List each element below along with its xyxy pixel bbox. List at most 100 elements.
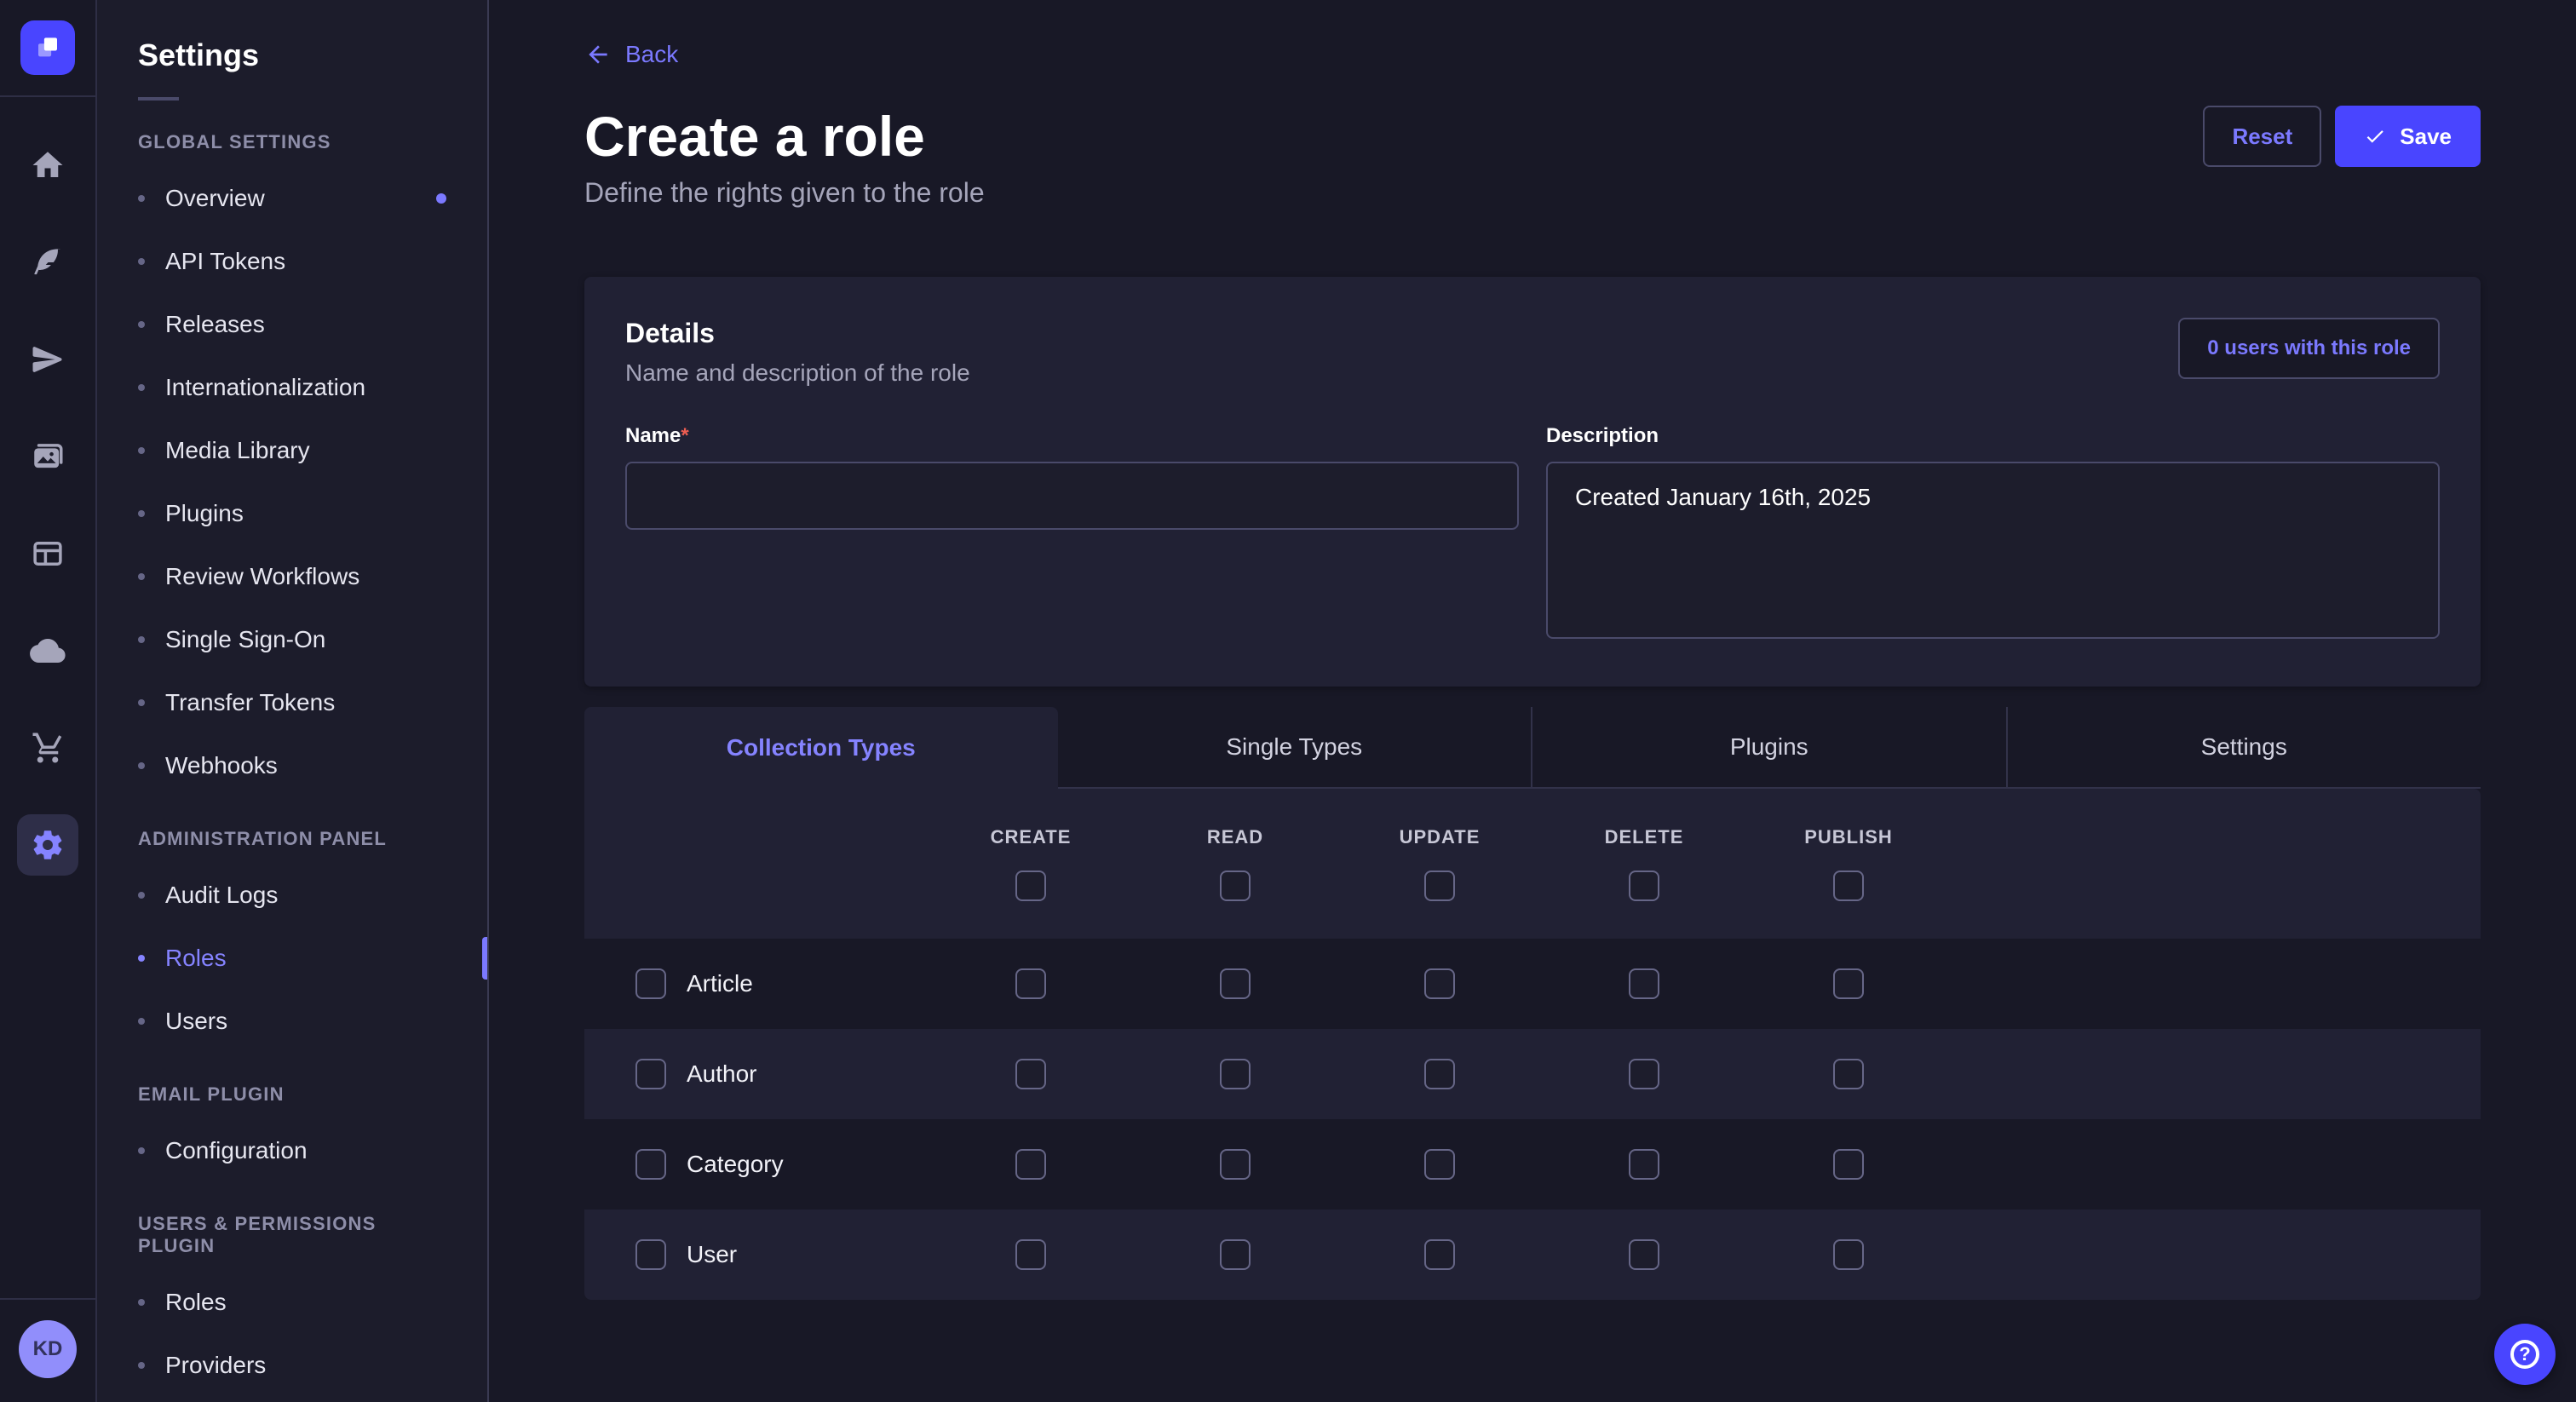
sidebar-item-transfer-tokens[interactable]: Transfer Tokens: [97, 671, 487, 734]
column-header-update: UPDATE: [1400, 826, 1481, 848]
sidebar-item-label: Users: [165, 1008, 227, 1035]
checkbox-article-read[interactable]: [1220, 968, 1251, 999]
checkbox-author-read[interactable]: [1220, 1059, 1251, 1089]
reset-button[interactable]: Reset: [2203, 106, 2321, 167]
content-type-builder-layout-icon[interactable]: [17, 523, 78, 584]
sidebar-item-releases[interactable]: Releases: [97, 293, 487, 356]
checkbox-select-all-publish[interactable]: [1833, 871, 1864, 901]
checkbox-user-delete[interactable]: [1629, 1239, 1659, 1270]
bullet-icon: [138, 195, 145, 202]
strapi-logo[interactable]: [20, 20, 75, 75]
sidebar-item-users[interactable]: Users: [97, 990, 487, 1053]
users-with-role-button[interactable]: 0 users with this role: [2178, 318, 2440, 379]
details-title: Details: [625, 318, 970, 349]
sidebar-item-providers[interactable]: Providers: [97, 1334, 487, 1397]
checkbox-category-create[interactable]: [1015, 1149, 1046, 1180]
sidebar-item-label: Overview: [165, 185, 265, 212]
icon-sidebar: KD: [0, 0, 97, 1402]
checkbox-article-update[interactable]: [1424, 968, 1455, 999]
sidebar-item-single-sign-on[interactable]: Single Sign-On: [97, 608, 487, 671]
settings-gear-icon[interactable]: [17, 814, 78, 876]
description-field-group: Description Created January 16th, 2025: [1546, 424, 2440, 646]
sidebar-item-audit-logs[interactable]: Audit Logs: [97, 864, 487, 927]
back-label: Back: [625, 41, 678, 68]
checkbox-user-publish[interactable]: [1833, 1239, 1864, 1270]
marketplace-cart-icon[interactable]: [17, 717, 78, 779]
table-row-author: Author: [584, 1029, 2481, 1119]
row-checkbox-author[interactable]: [635, 1059, 666, 1089]
sidebar-item-review-workflows[interactable]: Review Workflows: [97, 545, 487, 608]
tab-plugins[interactable]: Plugins: [1531, 707, 2006, 789]
main-content: Back Create a role Define the rights giv…: [489, 0, 2576, 1402]
media-library-icon[interactable]: [17, 426, 78, 487]
description-textarea[interactable]: Created January 16th, 2025: [1546, 462, 2440, 639]
divider: [138, 97, 179, 101]
sidebar-item-api-tokens[interactable]: API Tokens: [97, 230, 487, 293]
checkbox-select-all-delete[interactable]: [1629, 871, 1659, 901]
sidebar-item-configuration[interactable]: Configuration: [97, 1119, 487, 1182]
sidebar-item-label: Webhooks: [165, 752, 278, 779]
avatar[interactable]: KD: [19, 1320, 77, 1378]
table-row-article: Article: [584, 939, 2481, 1029]
permissions-table-header: CREATE READ UPDATE DELETE: [584, 789, 2481, 939]
row-checkbox-article[interactable]: [635, 968, 666, 999]
sidebar-item-up-roles[interactable]: Roles: [97, 1271, 487, 1334]
bullet-icon: [138, 955, 145, 962]
checkbox-user-read[interactable]: [1220, 1239, 1251, 1270]
tab-settings[interactable]: Settings: [2006, 707, 2481, 789]
name-label: Name*: [625, 424, 1519, 448]
checkbox-author-publish[interactable]: [1833, 1059, 1864, 1089]
save-label: Save: [2400, 124, 2452, 150]
name-input[interactable]: [625, 462, 1519, 530]
sidebar-item-label: Roles: [165, 945, 227, 972]
checkbox-category-read[interactable]: [1220, 1149, 1251, 1180]
section-label-users-permissions-plugin: USERS & PERMISSIONS PLUGIN: [97, 1213, 487, 1257]
checkbox-article-publish[interactable]: [1833, 968, 1864, 999]
section-label-administration-panel: ADMINISTRATION PANEL: [97, 828, 487, 850]
checkbox-select-all-read[interactable]: [1220, 871, 1251, 901]
details-card: Details Name and description of the role…: [584, 277, 2481, 687]
app-window: KD Settings GLOBAL SETTINGS Overview API…: [0, 0, 2576, 1402]
sidebar-item-internationalization[interactable]: Internationalization: [97, 356, 487, 419]
row-label: User: [687, 1241, 737, 1268]
checkbox-category-delete[interactable]: [1629, 1149, 1659, 1180]
sidebar-item-roles-active[interactable]: Roles: [97, 927, 487, 990]
sidebar-item-overview[interactable]: Overview: [97, 167, 487, 230]
row-checkbox-category[interactable]: [635, 1149, 666, 1180]
checkbox-article-delete[interactable]: [1629, 968, 1659, 999]
column-header-publish: PUBLISH: [1804, 826, 1893, 848]
sidebar-item-label: Releases: [165, 311, 265, 338]
icon-sidebar-nav: [17, 135, 78, 876]
permissions-tabs: Collection Types Single Types Plugins Se…: [584, 707, 2481, 789]
releases-paper-plane-icon[interactable]: [17, 329, 78, 390]
tab-collection-types[interactable]: Collection Types: [584, 707, 1058, 789]
description-label: Description: [1546, 424, 2440, 448]
checkbox-category-publish[interactable]: [1833, 1149, 1864, 1180]
back-button[interactable]: Back: [584, 41, 678, 68]
subnav-title: Settings: [97, 0, 487, 73]
checkbox-author-update[interactable]: [1424, 1059, 1455, 1089]
content-manager-feather-icon[interactable]: [17, 232, 78, 293]
bullet-icon: [138, 321, 145, 328]
page-header: Create a role Define the rights given to…: [584, 102, 2481, 209]
checkbox-author-create[interactable]: [1015, 1059, 1046, 1089]
checkbox-author-delete[interactable]: [1629, 1059, 1659, 1089]
row-label: Article: [687, 970, 753, 997]
save-button[interactable]: Save: [2335, 106, 2481, 167]
table-row-category: Category: [584, 1119, 2481, 1210]
sidebar-item-plugins[interactable]: Plugins: [97, 482, 487, 545]
cloud-icon[interactable]: [17, 620, 78, 681]
checkbox-user-update[interactable]: [1424, 1239, 1455, 1270]
checkbox-article-create[interactable]: [1015, 968, 1046, 999]
help-button[interactable]: ?: [2494, 1324, 2556, 1385]
checkbox-category-update[interactable]: [1424, 1149, 1455, 1180]
row-checkbox-user[interactable]: [635, 1239, 666, 1270]
home-icon[interactable]: [17, 135, 78, 196]
sidebar-item-media-library[interactable]: Media Library: [97, 419, 487, 482]
checkbox-user-create[interactable]: [1015, 1239, 1046, 1270]
checkbox-select-all-update[interactable]: [1424, 871, 1455, 901]
sidebar-item-webhooks[interactable]: Webhooks: [97, 734, 487, 797]
name-field-group: Name*: [625, 424, 1519, 646]
checkbox-select-all-create[interactable]: [1015, 871, 1046, 901]
tab-single-types[interactable]: Single Types: [1058, 707, 1532, 789]
